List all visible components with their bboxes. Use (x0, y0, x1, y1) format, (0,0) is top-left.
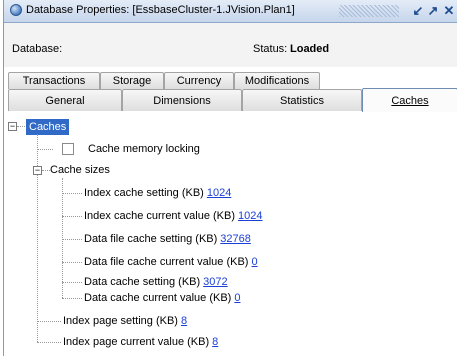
data-cache-current: Data cache current value (KB) 0 (84, 291, 240, 305)
tree-connector (62, 239, 82, 240)
tree-connector (62, 262, 82, 263)
data-file-cache-current: Data file cache current value (KB) 0 (84, 255, 258, 269)
close-icon[interactable]: ✕ (441, 3, 457, 18)
index-page-current-value[interactable]: 8 (212, 336, 218, 348)
tree-connector (17, 126, 25, 127)
tab-strip: Transactions Storage Currency Modificati… (4, 72, 457, 112)
index-page-current: Index page current value (KB) 8 (63, 335, 218, 349)
window-title: Database Properties: [EssbaseCluster-1.J… (26, 4, 295, 16)
data-cache-setting: Data cache setting (KB) 3072 (84, 275, 228, 289)
index-cache-setting-label: Index cache setting (KB) (84, 187, 204, 199)
collapse-icon[interactable]: − (33, 166, 42, 175)
tab-statistics[interactable]: Statistics (242, 89, 362, 111)
cache-memory-locking-label: Cache memory locking (88, 143, 200, 155)
tab-storage[interactable]: Storage (100, 72, 164, 89)
status-value: Loaded (290, 43, 330, 55)
index-page-setting: Index page setting (KB) 8 (63, 314, 187, 328)
database-header: Database: Status: Loaded (4, 23, 457, 67)
data-file-cache-current-value[interactable]: 0 (251, 256, 257, 268)
tab-currency[interactable]: Currency (164, 72, 234, 89)
data-cache-setting-label: Data cache setting (KB) (84, 276, 201, 288)
tree-connector (37, 342, 61, 343)
restore-icon[interactable]: ↙ (410, 3, 426, 18)
index-cache-setting-value[interactable]: 1024 (207, 187, 231, 199)
status-label: Status: (253, 43, 288, 55)
caches-tree: − Caches Cache memory locking − Cache si… (4, 112, 457, 356)
index-page-current-label: Index page current value (KB) (63, 336, 210, 348)
tree-connector (62, 193, 82, 194)
tree-guide (62, 178, 63, 298)
data-file-cache-setting-label: Data file cache setting (KB) (84, 233, 218, 245)
tree-connector (62, 282, 82, 283)
tab-modifications[interactable]: Modifications (234, 72, 320, 89)
index-page-setting-label: Index page setting (KB) (63, 315, 178, 327)
cache-memory-locking-checkbox[interactable] (62, 143, 74, 155)
index-cache-current-label: Index cache current value (KB) (84, 210, 236, 222)
database-properties-window: Database Properties: [EssbaseCluster-1.J… (3, 0, 457, 356)
index-page-setting-value[interactable]: 8 (181, 315, 187, 327)
data-cache-current-value[interactable]: 0 (234, 292, 240, 304)
tab-general[interactable]: General (8, 89, 122, 111)
index-cache-current: Index cache current value (KB) 1024 (84, 209, 263, 223)
data-cache-current-label: Data cache current value (KB) (84, 292, 232, 304)
data-file-cache-setting: Data file cache setting (KB) 32768 (84, 232, 251, 246)
collapse-icon[interactable]: − (8, 122, 17, 131)
tab-dimensions[interactable]: Dimensions (122, 89, 242, 111)
index-cache-setting: Index cache setting (KB) 1024 (84, 186, 231, 200)
data-file-cache-current-label: Data file cache current value (KB) (84, 256, 249, 268)
tree-connector (37, 321, 61, 322)
tab-caches[interactable]: Caches (362, 88, 457, 112)
tree-connector (62, 298, 82, 299)
tree-root-caches[interactable]: Caches (26, 119, 70, 135)
tree-connector (42, 170, 50, 171)
title-bar[interactable]: Database Properties: [EssbaseCluster-1.J… (4, 0, 457, 23)
database-label: Database: (12, 43, 63, 55)
data-file-cache-setting-value[interactable]: 32768 (220, 233, 251, 245)
tree-connector (37, 149, 53, 150)
tree-connector (62, 216, 82, 217)
data-cache-setting-value[interactable]: 3072 (203, 276, 227, 288)
database-icon (10, 4, 22, 16)
drag-grip[interactable] (339, 5, 399, 17)
cache-sizes-node[interactable]: Cache sizes (50, 163, 110, 177)
index-cache-current-value[interactable]: 1024 (238, 210, 262, 222)
tab-transactions[interactable]: Transactions (8, 72, 100, 89)
maximize-icon[interactable]: ↗ (425, 3, 441, 18)
